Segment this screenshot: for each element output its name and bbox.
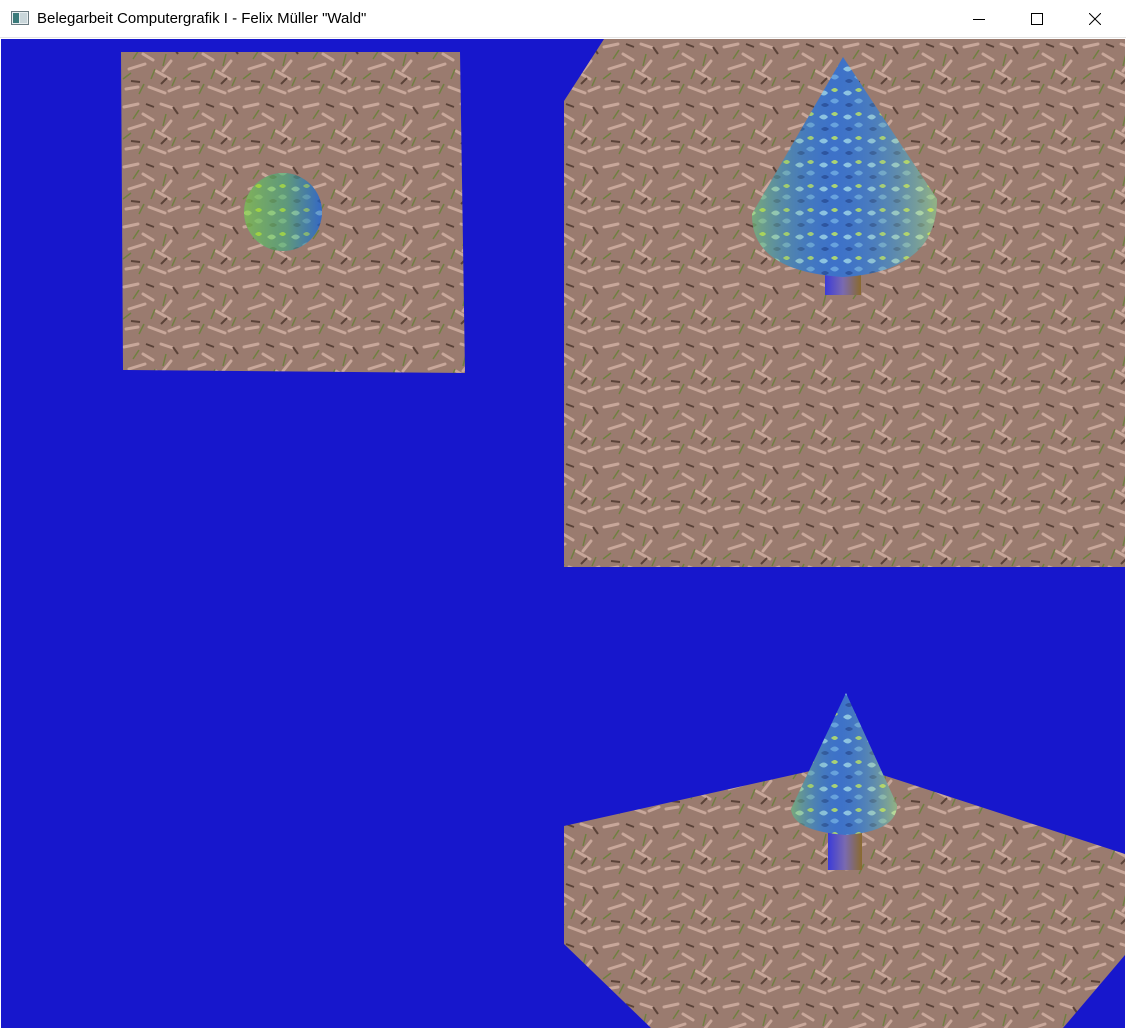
side-view-panel: [564, 693, 1125, 1028]
scene-canvas: [121, 39, 1125, 1028]
title-bar[interactable]: Belegarbeit Computergrafik I - Felix Mül…: [0, 0, 1126, 38]
app-icon: [11, 11, 29, 25]
minimize-icon: [973, 19, 985, 20]
tree-trunk-side: [828, 832, 862, 870]
close-icon: [1089, 13, 1101, 25]
window-title: Belegarbeit Computergrafik I - Felix Mül…: [37, 10, 367, 27]
application-window: Belegarbeit Computergrafik I - Felix Mül…: [0, 0, 1126, 1028]
maximize-icon: [1031, 13, 1043, 25]
opengl-viewport[interactable]: [1, 39, 1125, 1028]
minimize-button[interactable]: [956, 0, 1002, 38]
close-button[interactable]: [1072, 0, 1118, 38]
perspective-view-panel: [564, 39, 1125, 567]
top-view-panel: [121, 52, 465, 373]
maximize-button[interactable]: [1014, 0, 1060, 38]
sphere-shading: [244, 173, 322, 251]
cone-shading-side: [791, 693, 897, 835]
